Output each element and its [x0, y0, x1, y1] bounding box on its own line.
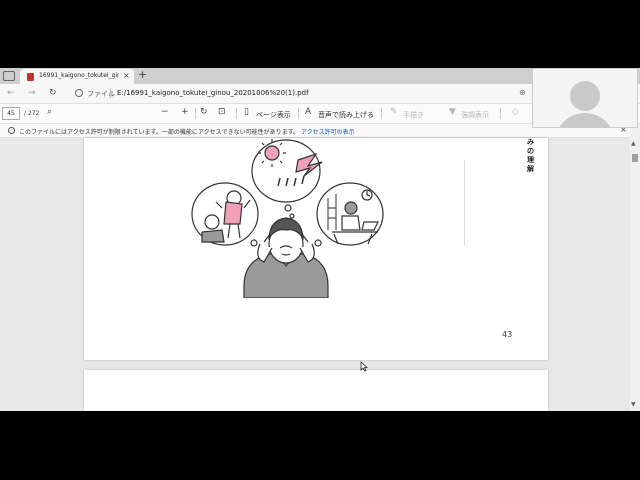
highlight-button[interactable]: 強調表示 — [461, 110, 489, 120]
scroll-up-icon[interactable]: ▲ — [631, 140, 636, 147]
url-input[interactable]: E:/16991_kaigono_tokutei_ginou_20201006%… — [117, 89, 309, 97]
zoom-indicator-icon[interactable]: ⊕ — [519, 88, 526, 97]
toolbar-divider — [236, 108, 237, 119]
read-aloud-icon[interactable]: A — [305, 107, 311, 117]
user-avatar-icon — [570, 81, 600, 111]
zoom-in-button[interactable]: + — [181, 107, 189, 117]
tab-title: 16991_kaigono_tokutei_ginou_2 — [39, 72, 119, 79]
address-divider — [110, 89, 111, 98]
page-number: 43 — [502, 330, 513, 339]
margin-rule — [464, 160, 465, 246]
vertical-scrollbar[interactable]: ▲ ▼ — [630, 124, 640, 411]
tab-close-icon[interactable]: × — [123, 71, 130, 80]
user-avatar-body — [555, 113, 615, 127]
zoom-out-button[interactable]: − — [161, 107, 169, 117]
draw-icon[interactable]: ✎ — [390, 107, 398, 117]
page-number-input[interactable]: 45 — [2, 107, 20, 120]
search-icon[interactable]: ⌕ — [47, 107, 52, 117]
page-view-button[interactable]: ページ表示 — [256, 110, 291, 120]
page-total-label: / 272 — [24, 110, 40, 117]
new-tab-button[interactable]: + — [138, 68, 147, 81]
rotate-icon[interactable]: ↻ — [200, 107, 208, 117]
mouse-pointer-icon — [360, 361, 368, 372]
draw-button[interactable]: 手描き — [403, 110, 424, 120]
info-icon — [8, 127, 15, 134]
scroll-down-icon[interactable]: ▼ — [631, 401, 636, 408]
toolbar-divider — [298, 108, 299, 119]
fit-page-icon[interactable]: ⊡ — [218, 107, 226, 117]
stressed-man-illustration — [191, 139, 384, 298]
read-aloud-button[interactable]: 音声で読み上げる — [318, 110, 374, 120]
view-permissions-link[interactable]: アクセス許可の表示 — [301, 129, 355, 136]
permission-message: このファイルにはアクセス許可が制限されています。一部の機能にアクセスできない可能… — [19, 129, 300, 136]
pdf-next-page — [84, 370, 548, 411]
forward-button[interactable]: → — [28, 88, 36, 98]
back-button[interactable]: ← — [7, 88, 15, 98]
refresh-button[interactable]: ↻ — [49, 88, 57, 98]
tab-actions-icon[interactable] — [3, 71, 15, 81]
pdf-file-icon — [27, 73, 34, 81]
side-caption: みの理解 — [527, 138, 534, 173]
erase-icon[interactable]: ◇ — [512, 107, 519, 117]
tab-pdf-document[interactable]: 16991_kaigono_tokutei_ginou_2 × — [20, 69, 134, 84]
highlight-icon[interactable]: ▼ — [449, 107, 456, 117]
toolbar-divider — [195, 108, 196, 119]
scroll-thumb[interactable] — [632, 154, 638, 162]
site-info-icon[interactable] — [75, 89, 83, 97]
webcam-overlay — [532, 68, 638, 128]
toolbar-divider — [381, 108, 382, 119]
page-view-icon[interactable]: ▯ — [244, 107, 249, 117]
toolbar-divider — [500, 108, 501, 119]
